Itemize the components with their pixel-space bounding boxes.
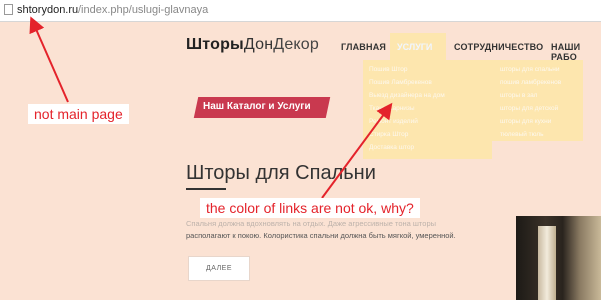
arrow-to-links	[321, 102, 393, 199]
annotation-link-color: the color of links are not ok, why?	[200, 198, 420, 218]
annotation-not-main-page: not main page	[28, 104, 129, 124]
annotation-arrows	[29, 16, 393, 199]
arrow-to-url	[29, 16, 69, 103]
